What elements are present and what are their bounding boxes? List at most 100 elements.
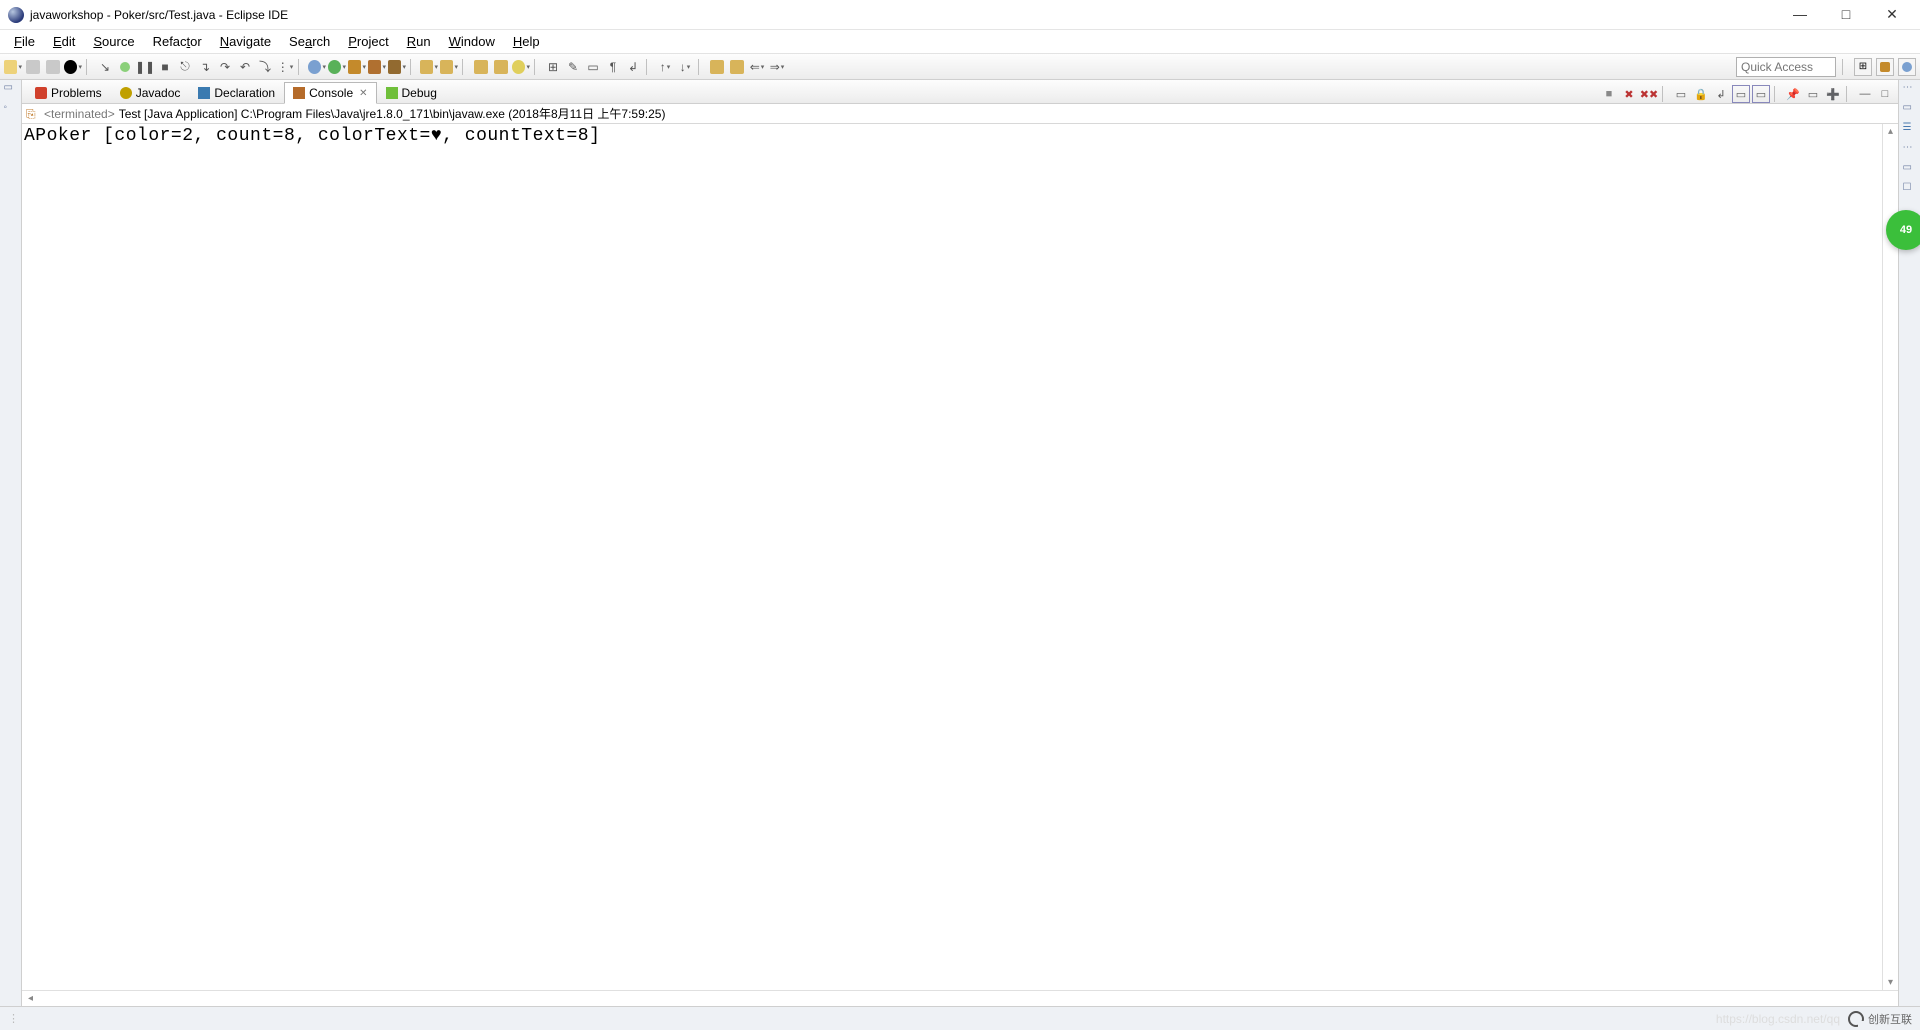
back-history-dropdown[interactable]: ⇐ [748, 58, 766, 76]
toggle-block-button[interactable]: ▭ [584, 58, 602, 76]
save-button[interactable] [24, 58, 42, 76]
declaration-icon [198, 87, 210, 99]
open-perspective-button[interactable]: ⊞ [1854, 58, 1872, 76]
save-all-button[interactable] [44, 58, 62, 76]
separator [1774, 86, 1780, 102]
debug-dropdown[interactable] [308, 58, 326, 76]
maximize-view-button[interactable]: □ [1876, 85, 1894, 103]
status-drag-handle[interactable]: ⋮ [8, 1012, 19, 1025]
quick-access-input[interactable] [1736, 57, 1836, 77]
resume-button[interactable] [116, 58, 134, 76]
open-console-dropdown[interactable]: ➕ [1824, 85, 1842, 103]
breakpoints-stack-icon[interactable]: ◦ [4, 102, 18, 116]
work-area: ▭ ◦ Problems Javadoc Declaration Console… [0, 80, 1920, 1006]
new-java-dropdown[interactable] [420, 58, 438, 76]
display-selected-console-dropdown[interactable]: ▭ [1804, 85, 1822, 103]
task-stack-icon[interactable]: ▭ [1903, 162, 1917, 176]
show-console-stderr-button[interactable]: ▭ [1752, 85, 1770, 103]
suspend-button[interactable]: ❚❚ [136, 58, 154, 76]
maximize-button[interactable]: □ [1832, 6, 1860, 23]
menu-run[interactable]: Run [399, 32, 439, 51]
forward-button[interactable] [728, 58, 746, 76]
back-button[interactable] [708, 58, 726, 76]
disconnect-button[interactable]: ⎋ [176, 58, 194, 76]
separator [646, 59, 652, 75]
separator [1662, 86, 1668, 102]
javadoc-icon [120, 87, 132, 99]
console-launch-info: Test [Java Application] C:\Program Files… [119, 105, 666, 122]
menu-refactor[interactable]: Refactor [145, 32, 210, 51]
tab-debug[interactable]: Debug [377, 82, 446, 104]
step-over-button[interactable]: ↷ [216, 58, 234, 76]
scroll-lock-button[interactable]: 🔒 [1692, 85, 1710, 103]
left-trim-stack: ▭ ◦ [0, 80, 22, 1006]
tab-javadoc[interactable]: Javadoc [111, 82, 190, 104]
new-package-dropdown[interactable] [440, 58, 458, 76]
java-perspective-button[interactable] [1876, 58, 1894, 76]
close-tab-icon[interactable]: ✕ [359, 88, 367, 99]
tab-declaration[interactable]: Declaration [189, 82, 284, 104]
menu-navigate[interactable]: Navigate [212, 32, 279, 51]
remove-all-launches-button[interactable]: ✖✖ [1640, 85, 1658, 103]
toggle-breadcrumb-button[interactable]: ⊞ [544, 58, 562, 76]
minimize-view-button[interactable]: — [1856, 85, 1874, 103]
step-return-button[interactable]: ↶ [236, 58, 254, 76]
restore-icon-2[interactable]: ⋯ [1903, 142, 1917, 156]
use-step-filters[interactable]: ⋮ [276, 58, 294, 76]
notification-badge[interactable]: 49 [1886, 210, 1920, 250]
external-tools-dropdown[interactable] [388, 58, 406, 76]
skip-button[interactable]: ↘ [96, 58, 114, 76]
tab-console[interactable]: Console ✕ [284, 82, 376, 104]
open-task-button[interactable] [492, 58, 510, 76]
new-button[interactable] [4, 58, 22, 76]
menu-search[interactable]: Search [281, 32, 338, 51]
vertical-scrollbar[interactable]: ▴▾ [1882, 124, 1898, 990]
separator [1846, 86, 1852, 102]
console-output[interactable]: APoker [color=2, count=8, colorText=♥, c… [22, 124, 1898, 148]
word-wrap-button[interactable]: ↲ [1712, 85, 1730, 103]
debug-perspective-button[interactable] [1898, 58, 1916, 76]
menu-window[interactable]: Window [441, 32, 503, 51]
brand-area: 创新互联 [1848, 1011, 1912, 1027]
terminate-button[interactable]: ■ [156, 58, 174, 76]
minimize-button[interactable]: — [1786, 6, 1814, 23]
show-whitespace-button[interactable]: ¶ [604, 58, 622, 76]
menu-help[interactable]: Help [505, 32, 548, 51]
restore-view-icon[interactable]: ▭ [4, 82, 18, 96]
show-console-stdout-button[interactable]: ▭ [1732, 85, 1750, 103]
run-last-dropdown[interactable] [368, 58, 386, 76]
separator [1842, 59, 1848, 75]
menu-file[interactable]: File [6, 32, 43, 51]
forward-history-dropdown[interactable]: ⇒ [768, 58, 786, 76]
remove-launch-button[interactable]: ✖ [1620, 85, 1638, 103]
annotation-next[interactable]: ↓ [676, 58, 694, 76]
restore-icon[interactable]: ⋯ [1903, 82, 1917, 96]
close-button[interactable]: ✕ [1878, 6, 1906, 23]
drop-frame-button[interactable]: ⤵ [256, 58, 274, 76]
search-dropdown[interactable] [512, 58, 530, 76]
console-status: <terminated> [44, 107, 115, 121]
console-body: APoker [color=2, count=8, colorText=♥, c… [22, 124, 1898, 990]
step-into-button[interactable]: ↴ [196, 58, 214, 76]
task-list-icon[interactable]: ☐ [1903, 182, 1917, 196]
toggle-word-wrap-button[interactable]: ↲ [624, 58, 642, 76]
terminated-icon: ⎘ [26, 107, 40, 121]
outline-stack-icon[interactable]: ▭ [1903, 102, 1917, 116]
terminate-console-button[interactable]: ■ [1600, 85, 1618, 103]
pin-console-button[interactable]: 📌 [1784, 85, 1802, 103]
open-type-button[interactable] [472, 58, 490, 76]
menu-source[interactable]: Source [85, 32, 142, 51]
menu-edit[interactable]: Edit [45, 32, 83, 51]
run-dropdown[interactable] [328, 58, 346, 76]
separator [462, 59, 468, 75]
menu-project[interactable]: Project [340, 32, 396, 51]
annotation-prev[interactable]: ↑ [656, 58, 674, 76]
problems-icon [35, 87, 47, 99]
coverage-dropdown[interactable] [348, 58, 366, 76]
toggle-mark-button[interactable]: ✎ [564, 58, 582, 76]
clear-console-button[interactable]: ▭ [1672, 85, 1690, 103]
horizontal-scrollbar[interactable]: ◂ [22, 990, 1898, 1006]
tab-problems[interactable]: Problems [26, 82, 111, 104]
outline-icon[interactable]: ☰ [1903, 122, 1917, 136]
navigation-dropdown[interactable] [64, 58, 82, 76]
